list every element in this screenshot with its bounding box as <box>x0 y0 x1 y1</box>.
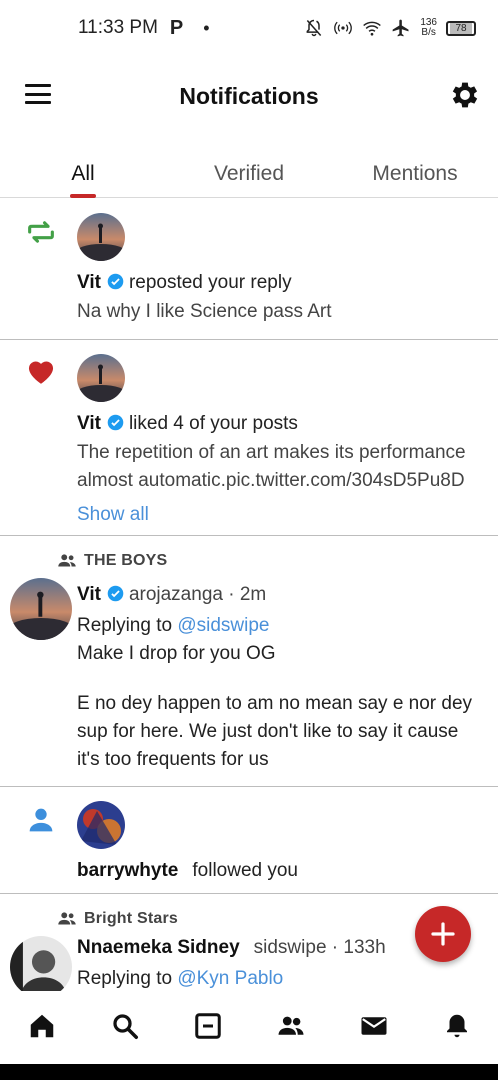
search-icon <box>112 1014 138 1039</box>
gear-icon[interactable] <box>448 78 482 112</box>
plus-icon <box>431 922 455 946</box>
notification-action: reposted your reply <box>128 272 292 293</box>
system-navigation-bar <box>0 1064 498 1080</box>
tab-mentions[interactable]: Mentions <box>332 150 498 197</box>
feed-icon <box>194 1013 221 1039</box>
status-icons: 136 B/s 78 <box>304 18 476 38</box>
compose-button[interactable] <box>415 906 471 962</box>
replying-to: Replying to @Kyn Pablo <box>77 965 283 991</box>
notification-text-line: almost automatic.pic.twitter.com/304sD5P… <box>77 470 465 491</box>
reply-headline: Vit arojazanga · 2m <box>77 584 266 606</box>
reply-body-line: E no dey happen to am no mean say e nor … <box>77 693 473 714</box>
separator: · <box>228 584 235 605</box>
avatar[interactable] <box>77 801 125 849</box>
mail-icon <box>361 1017 386 1035</box>
notification-tabs: All Verified Mentions <box>0 150 498 198</box>
reply-body-line: it's too frequents for us <box>77 749 269 770</box>
show-all-link[interactable]: Show all <box>77 501 149 529</box>
user-handle: sidswipe <box>253 937 327 958</box>
tab-all[interactable]: All <box>0 150 166 198</box>
tab-verified[interactable]: Verified <box>166 150 332 197</box>
notification-item[interactable]: Vit liked 4 of your posts The repetition … <box>0 340 498 536</box>
carrier-icon: P <box>169 16 184 39</box>
replying-prefix: Replying to <box>77 968 173 989</box>
home-icon <box>30 1014 53 1038</box>
person-icon <box>29 808 53 832</box>
nav-messages[interactable] <box>354 1006 394 1046</box>
network-speed: 136 B/s <box>420 18 437 38</box>
notification-text-line: The repetition of an art makes its perfo… <box>77 442 466 463</box>
reply-body-line: sup for here. We just don't like to say … <box>77 721 459 742</box>
airplane-icon <box>392 19 409 37</box>
nav-feed[interactable] <box>188 1006 228 1046</box>
avatar[interactable] <box>77 213 125 261</box>
notification-headline: barrywhyte followed you <box>77 860 298 882</box>
group-icon <box>58 912 76 925</box>
repost-icon <box>28 221 54 243</box>
status-bar: 11:33 PM P • 136 B/s 78 <box>0 0 498 56</box>
hotspot-icon <box>334 21 353 35</box>
mention-link[interactable]: @Kyn Pablo <box>177 968 283 989</box>
avatar[interactable] <box>10 578 72 640</box>
nav-home[interactable] <box>22 1006 62 1046</box>
user-handle: arojazanga <box>128 584 223 605</box>
nav-groups[interactable] <box>271 1006 311 1046</box>
heart-icon <box>28 361 54 384</box>
nav-search[interactable] <box>105 1006 145 1046</box>
timestamp: 2m <box>239 584 267 605</box>
notification-headline: Vit reposted your reply <box>77 272 292 294</box>
group-icon <box>58 554 76 567</box>
username[interactable]: Vit <box>77 413 101 434</box>
status-dot: • <box>203 17 210 38</box>
page-title: Notifications <box>179 82 319 109</box>
verified-badge-icon <box>107 585 124 602</box>
mention-link[interactable]: @sidswipe <box>177 615 269 636</box>
bottom-navigation <box>0 991 498 1061</box>
separator: · <box>331 937 339 958</box>
verified-badge-icon <box>107 414 124 431</box>
notification-action: followed you <box>192 860 298 881</box>
verified-badge-icon <box>107 273 124 290</box>
hamburger-menu-icon[interactable] <box>25 84 51 104</box>
group-name: Bright Stars <box>84 910 178 927</box>
notification-text: Na why I like Science pass Art <box>77 301 332 322</box>
avatar[interactable] <box>77 354 125 402</box>
notification-item[interactable]: Vit reposted your reply Na why I like Sci… <box>0 199 498 340</box>
notifications-feed: Vit reposted your reply Na why I like Sci… <box>0 199 498 991</box>
reply-body-line: Make I drop for you OG <box>77 643 276 664</box>
nav-notifications[interactable] <box>437 1006 477 1046</box>
notification-action: liked 4 of your posts <box>128 413 298 434</box>
group-label: THE BOYS <box>56 550 167 572</box>
timestamp: 133h <box>343 937 386 958</box>
username[interactable]: barrywhyte <box>77 860 178 881</box>
net-speed-unit: B/s <box>421 27 436 38</box>
notification-item[interactable]: barrywhyte followed you <box>0 787 498 894</box>
notification-item[interactable]: THE BOYS Vit arojazanga · 2m Replying to… <box>0 536 498 787</box>
app-header: Notifications <box>0 56 498 136</box>
group-name: THE BOYS <box>84 552 168 569</box>
bell-icon <box>446 1014 467 1038</box>
replying-to: Replying to @sidswipe <box>77 612 270 640</box>
group-label: Bright Stars <box>56 908 178 930</box>
status-time: 11:33 PM <box>78 17 158 38</box>
avatar[interactable] <box>10 936 72 991</box>
groups-icon <box>278 1016 303 1035</box>
battery-icon: 78 <box>446 20 476 36</box>
reply-headline: Nnaemeka Sidney sidswipe · 133h <box>77 937 386 959</box>
battery-level: 78 <box>450 22 472 34</box>
replying-prefix: Replying to <box>77 615 173 636</box>
username[interactable]: Vit <box>77 584 101 605</box>
username[interactable]: Vit <box>77 272 101 293</box>
notification-headline: Vit liked 4 of your posts <box>77 413 298 435</box>
bell-off-icon <box>306 19 322 37</box>
username[interactable]: Nnaemeka Sidney <box>77 937 240 958</box>
wifi-icon <box>363 21 382 36</box>
